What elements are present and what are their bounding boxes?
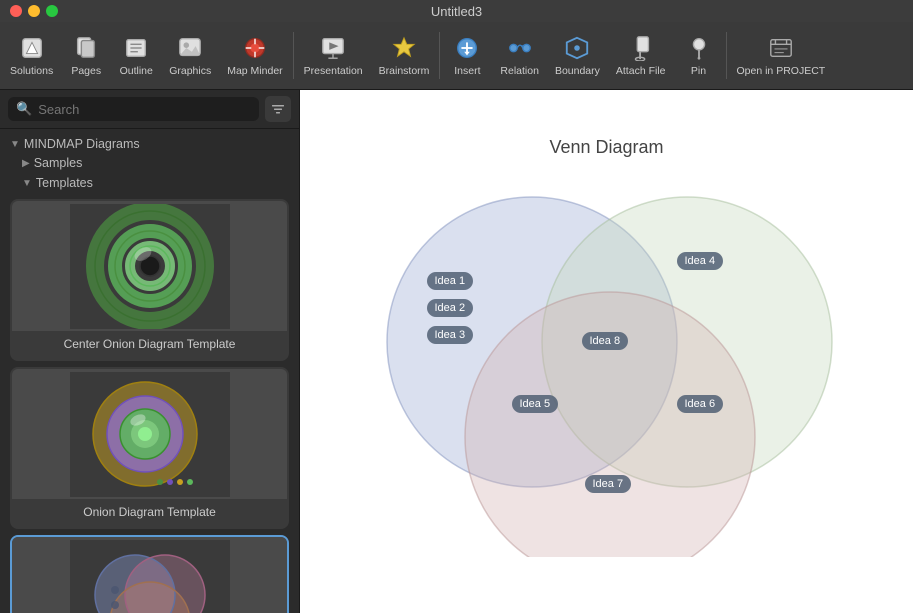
window-title: Untitled3 xyxy=(431,4,482,19)
boundary-icon xyxy=(563,34,591,62)
toolbar-relation[interactable]: Relation xyxy=(492,26,547,85)
attachfile-label: Attach File xyxy=(616,65,666,77)
presentation-icon xyxy=(319,34,347,62)
search-input[interactable] xyxy=(38,102,251,117)
tree-samples[interactable]: ▶ Samples xyxy=(6,153,293,173)
tree-root-arrow: ▼ xyxy=(10,139,20,150)
templates-arrow: ▼ xyxy=(22,178,32,189)
tree-templates[interactable]: ▼ Templates xyxy=(6,173,293,193)
pages-icon xyxy=(72,34,100,62)
divider-2 xyxy=(439,32,440,79)
insert-icon xyxy=(453,34,481,62)
canvas-area[interactable]: Venn Diagram Idea 1 Idea 2 Idea 3 Idea 4… xyxy=(300,90,913,613)
template-card-venn[interactable]: Venn Diagram Template xyxy=(10,535,289,613)
sidebar-action-button[interactable] xyxy=(265,96,291,122)
titlebar: Untitled3 xyxy=(0,0,913,22)
toolbar-outline[interactable]: Outline xyxy=(111,26,161,85)
graphics-icon xyxy=(176,34,204,62)
tree-root[interactable]: ▼ MINDMAP Diagrams xyxy=(6,135,293,153)
diagram-title: Venn Diagram xyxy=(327,137,887,158)
solutions-icon xyxy=(18,34,46,62)
traffic-lights xyxy=(10,5,58,17)
toolbar-presentation[interactable]: Presentation xyxy=(296,26,371,85)
idea5-label: Idea 5 xyxy=(512,395,559,413)
outline-label: Outline xyxy=(120,65,153,77)
samples-label: Samples xyxy=(34,156,83,170)
search-icon: 🔍 xyxy=(16,101,32,117)
main-layout: 🔍 ▼ MINDMAP Diagrams ▶ Samp xyxy=(0,90,913,613)
template-label-center-onion: Center Onion Diagram Template xyxy=(12,331,287,359)
openinproject-label: Open in PROJECT xyxy=(737,65,826,77)
toolbar-boundary[interactable]: Boundary xyxy=(547,26,608,85)
presentation-label: Presentation xyxy=(304,65,363,77)
close-button[interactable] xyxy=(10,5,22,17)
search-input-wrap[interactable]: 🔍 xyxy=(8,97,259,121)
openinproject-icon xyxy=(767,34,795,62)
boundary-label: Boundary xyxy=(555,65,600,77)
idea4-label: Idea 4 xyxy=(677,252,724,270)
brainstorm-icon xyxy=(390,34,418,62)
maximize-button[interactable] xyxy=(46,5,58,17)
toolbar-openinproject[interactable]: Open in PROJECT xyxy=(729,26,834,85)
samples-arrow: ▶ xyxy=(22,158,30,169)
toolbar-brainstorm[interactable]: Brainstorm xyxy=(371,26,438,85)
toolbar-solutions[interactable]: Solutions xyxy=(2,26,61,85)
venn-diagram-svg xyxy=(327,167,887,557)
idea3-label: Idea 3 xyxy=(427,326,474,344)
divider-3 xyxy=(726,32,727,79)
template-thumb-center-onion xyxy=(12,201,287,331)
template-card-onion[interactable]: Onion Diagram Template xyxy=(10,367,289,529)
toolbar-mapminder[interactable]: Map Minder xyxy=(219,26,290,85)
search-bar: 🔍 xyxy=(0,90,299,129)
outline-icon xyxy=(122,34,150,62)
template-card-center-onion[interactable]: Center Onion Diagram Template xyxy=(10,199,289,361)
mapminder-icon xyxy=(241,34,269,62)
tree-section: ▼ MINDMAP Diagrams ▶ Samples ▼ Templates xyxy=(0,135,299,193)
template-label-onion: Onion Diagram Template xyxy=(12,499,287,527)
divider-1 xyxy=(293,32,294,79)
pin-label: Pin xyxy=(691,65,706,77)
toolbar-pages[interactable]: Pages xyxy=(61,26,111,85)
toolbar-graphics[interactable]: Graphics xyxy=(161,26,219,85)
template-thumb-onion xyxy=(12,369,287,499)
brainstorm-label: Brainstorm xyxy=(379,65,430,77)
template-thumb-venn xyxy=(12,537,287,613)
diagram-container: Venn Diagram Idea 1 Idea 2 Idea 3 Idea 4… xyxy=(327,137,887,567)
relation-icon xyxy=(506,34,534,62)
minimize-button[interactable] xyxy=(28,5,40,17)
templates-label: Templates xyxy=(36,176,93,190)
idea1-label: Idea 1 xyxy=(427,272,474,290)
idea2-label: Idea 2 xyxy=(427,299,474,317)
sidebar-content: ▼ MINDMAP Diagrams ▶ Samples ▼ Templates xyxy=(0,129,299,613)
idea7-label: Idea 7 xyxy=(585,475,632,493)
mapminder-label: Map Minder xyxy=(227,65,282,77)
pin-icon xyxy=(685,34,713,62)
pages-label: Pages xyxy=(71,65,101,77)
sidebar: 🔍 ▼ MINDMAP Diagrams ▶ Samp xyxy=(0,90,300,613)
insert-label: Insert xyxy=(454,65,480,77)
attachfile-icon xyxy=(627,34,655,62)
idea6-label: Idea 6 xyxy=(677,395,724,413)
toolbar-attachfile[interactable]: Attach File xyxy=(608,26,674,85)
graphics-label: Graphics xyxy=(169,65,211,77)
relation-label: Relation xyxy=(500,65,539,77)
tree-root-label: MINDMAP Diagrams xyxy=(24,137,140,151)
toolbar-pin[interactable]: Pin xyxy=(674,26,724,85)
toolbar-insert[interactable]: Insert xyxy=(442,26,492,85)
idea8-label: Idea 8 xyxy=(582,332,629,350)
solutions-label: Solutions xyxy=(10,65,53,77)
toolbar: Solutions Pages Outline xyxy=(0,22,913,90)
